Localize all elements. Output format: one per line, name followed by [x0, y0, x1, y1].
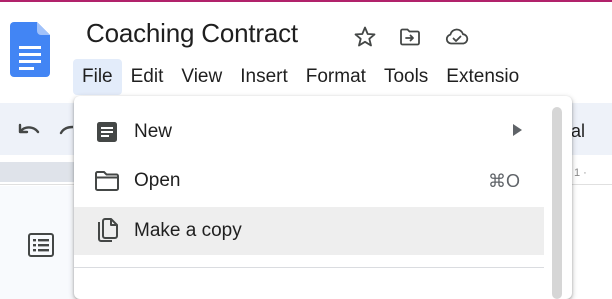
- menu-insert[interactable]: Insert: [231, 59, 297, 95]
- menu-scrollbar[interactable]: [552, 107, 562, 299]
- menu-extensions[interactable]: Extensio: [437, 59, 528, 95]
- redo-icon[interactable]: [59, 121, 75, 144]
- paragraph-style-select[interactable]: al: [571, 121, 585, 142]
- menu-view[interactable]: View: [172, 59, 231, 95]
- move-to-folder-icon[interactable]: [397, 24, 423, 50]
- ruler-margin: [0, 162, 74, 182]
- menu-file[interactable]: File: [73, 59, 122, 95]
- document-icon: [94, 119, 120, 145]
- ruler-tick-label: 1 ·: [574, 167, 587, 179]
- folder-icon: [94, 168, 120, 194]
- star-icon[interactable]: [352, 24, 378, 50]
- file-menu-dropdown: New Open ⌘O Make a copy: [74, 96, 572, 299]
- file-menu-item-label: Make a copy: [134, 220, 242, 241]
- menu-tools[interactable]: Tools: [375, 59, 437, 95]
- file-menu-item-make-a-copy[interactable]: Make a copy: [74, 207, 544, 255]
- google-docs-logo-icon[interactable]: [10, 22, 50, 77]
- undo-icon[interactable]: [15, 121, 41, 144]
- file-menu-item-label: Open: [134, 170, 181, 191]
- menu-format[interactable]: Format: [297, 59, 375, 95]
- outline-icon[interactable]: [27, 232, 55, 263]
- cloud-saved-icon[interactable]: [444, 24, 470, 50]
- copy-icon: [94, 218, 120, 244]
- submenu-arrow-icon: [512, 123, 522, 141]
- menu-edit[interactable]: Edit: [122, 59, 173, 95]
- file-menu-item-new[interactable]: New: [74, 108, 544, 156]
- file-menu-item-label: New: [134, 121, 173, 142]
- top-accent-rule: [0, 0, 612, 2]
- menu-bar: File Edit View Insert Format Tools Exten…: [73, 58, 528, 96]
- document-title[interactable]: Coaching Contract: [86, 18, 298, 49]
- file-menu-item-open[interactable]: Open ⌘O: [74, 157, 544, 205]
- keyboard-shortcut: ⌘O: [487, 170, 520, 191]
- menu-separator: [74, 267, 544, 268]
